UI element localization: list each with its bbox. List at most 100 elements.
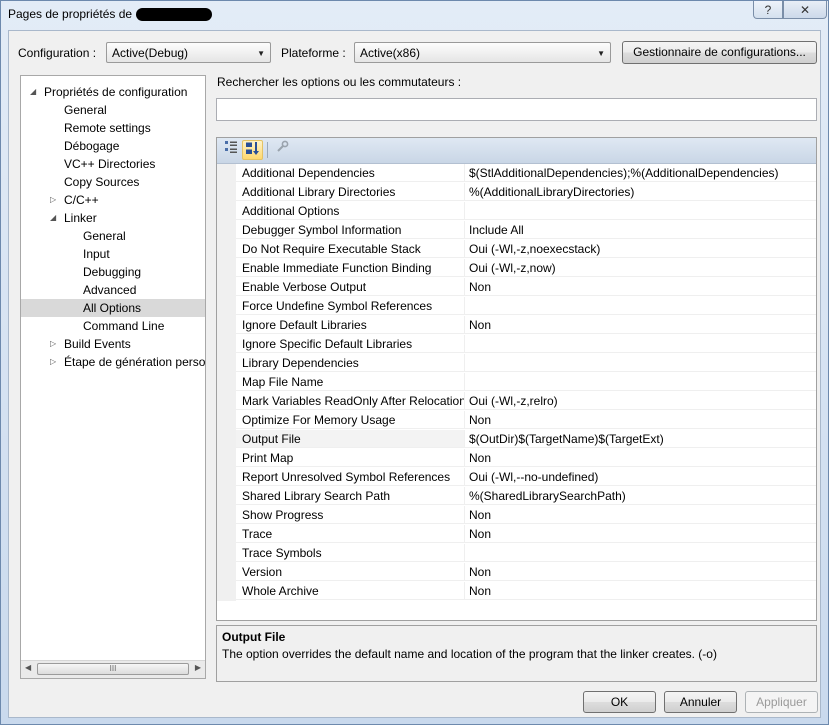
tree-item[interactable]: ▷ Build Events	[21, 335, 205, 353]
property-row[interactable]: Map File Name	[217, 373, 816, 392]
tree-item[interactable]: Débogage	[21, 137, 205, 155]
property-row[interactable]: Trace Symbols	[217, 544, 816, 563]
property-name[interactable]: Enable Immediate Function Binding	[236, 259, 465, 277]
property-row[interactable]: Ignore Default Libraries Non	[217, 316, 816, 335]
tree-item[interactable]: Copy Sources	[21, 173, 205, 191]
property-name[interactable]: Additional Options	[236, 202, 465, 220]
wrench-icon[interactable]	[272, 140, 293, 160]
property-row[interactable]: Show Progress Non	[217, 506, 816, 525]
property-value[interactable]: Non	[465, 449, 816, 467]
tree-item[interactable]: General	[21, 101, 205, 119]
property-value[interactable]: Oui (-Wl,-z,noexecstack)	[465, 240, 816, 258]
property-name[interactable]: Print Map	[236, 449, 465, 467]
tree-item[interactable]: Advanced	[21, 281, 205, 299]
property-name[interactable]: Additional Dependencies	[236, 164, 465, 182]
property-name[interactable]: Optimize For Memory Usage	[236, 411, 465, 429]
tree-item[interactable]: ▷ Étape de génération person	[21, 353, 205, 371]
tree-item[interactable]: Remote settings	[21, 119, 205, 137]
property-value[interactable]	[465, 373, 816, 391]
property-value[interactable]: %(SharedLibrarySearchPath)	[465, 487, 816, 505]
tree-collapsed-icon[interactable]: ▷	[50, 353, 56, 371]
property-name[interactable]: Mark Variables ReadOnly After Relocation	[236, 392, 465, 410]
tree-collapsed-icon[interactable]: ▷	[50, 191, 56, 209]
alphabetical-sort-icon[interactable]	[242, 140, 263, 160]
property-value[interactable]: Non	[465, 525, 816, 543]
property-value[interactable]	[465, 544, 816, 562]
property-name[interactable]: Trace	[236, 525, 465, 543]
property-row[interactable]: Enable Immediate Function Binding Oui (-W…	[217, 259, 816, 278]
categorized-view-icon[interactable]	[220, 140, 241, 160]
tree-horizontal-scrollbar[interactable]: ◀ III ▶	[21, 660, 205, 678]
close-button[interactable]: ✕	[783, 1, 827, 19]
tree-expanded-icon[interactable]: ◢	[30, 83, 36, 101]
property-row[interactable]: Force Undefine Symbol References	[217, 297, 816, 316]
tree-expanded-icon[interactable]: ◢	[50, 209, 56, 227]
tree-collapsed-icon[interactable]: ▷	[50, 335, 56, 353]
property-row[interactable]: Ignore Specific Default Libraries	[217, 335, 816, 354]
property-row[interactable]: Report Unresolved Symbol References Oui (…	[217, 468, 816, 487]
property-value[interactable]	[465, 335, 816, 353]
scroll-right-arrow-icon[interactable]: ▶	[195, 663, 201, 672]
cancel-button[interactable]: Annuler	[664, 691, 737, 713]
tree-item[interactable]: VC++ Directories	[21, 155, 205, 173]
tree-item[interactable]: Input	[21, 245, 205, 263]
property-row[interactable]: Additional Options	[217, 202, 816, 221]
property-value[interactable]	[465, 297, 816, 315]
property-value[interactable]: Non	[465, 582, 816, 600]
property-name[interactable]: Ignore Specific Default Libraries	[236, 335, 465, 353]
property-value[interactable]	[465, 354, 816, 372]
property-value[interactable]: $(StlAdditionalDependencies);%(Additiona…	[465, 164, 816, 182]
property-name[interactable]: Output File	[236, 430, 465, 448]
search-input[interactable]	[216, 98, 817, 121]
property-value[interactable]: Non	[465, 411, 816, 429]
category-tree[interactable]: ◢ Propriétés de configuration General Remot…	[20, 75, 206, 679]
property-value[interactable]: Non	[465, 278, 816, 296]
title-bar[interactable]: Pages de propriétés de ? ✕	[1, 1, 828, 29]
property-row[interactable]: Print Map Non	[217, 449, 816, 468]
property-name[interactable]: Ignore Default Libraries	[236, 316, 465, 334]
tree-item[interactable]: General	[21, 227, 205, 245]
property-name[interactable]: Do Not Require Executable Stack	[236, 240, 465, 258]
property-name[interactable]: Debugger Symbol Information	[236, 221, 465, 239]
apply-button[interactable]: Appliquer	[745, 691, 818, 713]
property-name[interactable]: Force Undefine Symbol References	[236, 297, 465, 315]
property-value[interactable]: Oui (-Wl,-z,now)	[465, 259, 816, 277]
property-row[interactable]: Output File $(OutDir)$(TargetName)$(Targe…	[217, 430, 816, 449]
property-value[interactable]: Include All	[465, 221, 816, 239]
tree-item[interactable]: ▷ C/C++	[21, 191, 205, 209]
property-value[interactable]: %(AdditionalLibraryDirectories)	[465, 183, 816, 201]
property-value[interactable]: Non	[465, 506, 816, 524]
help-button[interactable]: ?	[753, 1, 783, 19]
configuration-dropdown[interactable]: Active(Debug) ▼	[106, 42, 271, 63]
tree-item[interactable]: Command Line	[21, 317, 205, 335]
tree-item[interactable]: All Options	[21, 299, 205, 317]
tree-item[interactable]: Debugging	[21, 263, 205, 281]
property-name[interactable]: Report Unresolved Symbol References	[236, 468, 465, 486]
property-value[interactable]	[465, 202, 816, 220]
property-value[interactable]: Non	[465, 316, 816, 334]
scroll-left-arrow-icon[interactable]: ◀	[25, 663, 31, 672]
property-row[interactable]: Additional Dependencies $(StlAdditionalDe…	[217, 164, 816, 183]
property-value[interactable]: Oui (-Wl,-z,relro)	[465, 392, 816, 410]
property-row[interactable]: Version Non	[217, 563, 816, 582]
property-name[interactable]: Map File Name	[236, 373, 465, 391]
property-row[interactable]: Debugger Symbol Information Include All	[217, 221, 816, 240]
property-row[interactable]: Optimize For Memory Usage Non	[217, 411, 816, 430]
property-name[interactable]: Show Progress	[236, 506, 465, 524]
property-name[interactable]: Library Dependencies	[236, 354, 465, 372]
property-name[interactable]: Whole Archive	[236, 582, 465, 600]
property-name[interactable]: Version	[236, 563, 465, 581]
property-row[interactable]: Additional Library Directories %(Addition…	[217, 183, 816, 202]
tree-item[interactable]: ◢ Propriétés de configuration	[21, 83, 205, 101]
property-row[interactable]: Whole Archive Non	[217, 582, 816, 601]
property-value[interactable]: Non	[465, 563, 816, 581]
property-row[interactable]: Trace Non	[217, 525, 816, 544]
property-row[interactable]: Mark Variables ReadOnly After Relocation…	[217, 392, 816, 411]
property-name[interactable]: Additional Library Directories	[236, 183, 465, 201]
property-row[interactable]: Shared Library Search Path %(SharedLibrar…	[217, 487, 816, 506]
property-row[interactable]: Do Not Require Executable Stack Oui (-Wl,…	[217, 240, 816, 259]
property-row[interactable]: Enable Verbose Output Non	[217, 278, 816, 297]
property-row[interactable]: Library Dependencies	[217, 354, 816, 373]
property-name[interactable]: Trace Symbols	[236, 544, 465, 562]
scrollbar-thumb[interactable]: III	[37, 663, 189, 675]
